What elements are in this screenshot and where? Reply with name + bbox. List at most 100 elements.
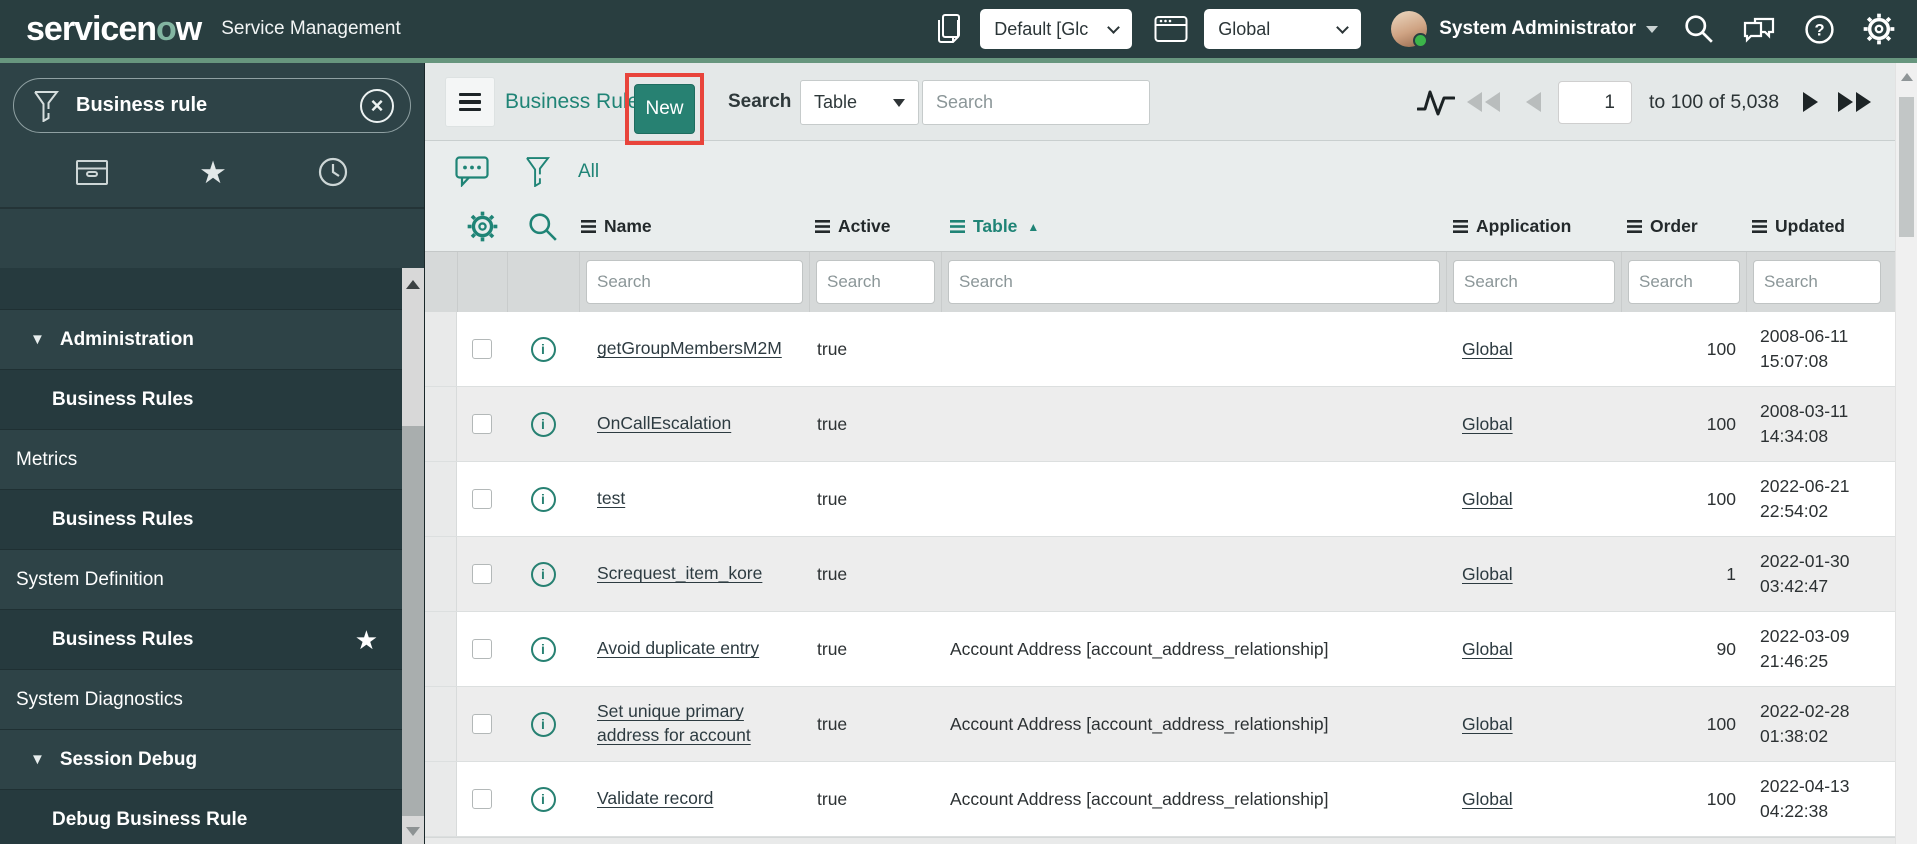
column-menu-icon[interactable] [581,220,596,233]
scroll-up-icon[interactable] [406,280,420,289]
list-activity-icon[interactable] [455,156,489,187]
last-page-button[interactable] [1838,63,1871,141]
navigator-filter-input[interactable] [74,93,324,118]
nav-section-metrics[interactable]: Metrics [0,430,402,490]
nav-folder-session-debug[interactable]: ▼ Session Debug [0,730,402,790]
info-icon[interactable]: i [530,411,556,437]
row-checkbox[interactable] [472,414,492,434]
user-menu[interactable]: System Administrator [1439,18,1636,40]
info-icon[interactable]: i [530,486,556,512]
application-scope-icon[interactable] [1154,15,1188,43]
record-link[interactable]: Screquest_item_kore [597,562,762,586]
record-link[interactable]: test [597,487,625,511]
first-page-button[interactable] [1467,63,1500,141]
user-avatar[interactable] [1391,11,1429,48]
record-link[interactable]: getGroupMembersM2M [597,337,782,361]
info-icon[interactable]: i [530,636,556,662]
application-link[interactable]: Global [1462,489,1513,510]
row-checkbox[interactable] [472,339,492,359]
sidebar-scrollbar[interactable] [402,268,424,844]
info-icon[interactable]: i [530,561,556,587]
filter-input-application[interactable] [1453,260,1615,304]
nav-item-debug-business-rule[interactable]: Debug Business Rule [0,790,402,844]
scroll-down-icon[interactable] [406,827,420,836]
column-header-updated[interactable]: Updated [1746,216,1917,237]
application-link[interactable]: Global [1462,789,1513,810]
info-icon[interactable]: i [530,336,556,362]
scrollbar-thumb[interactable] [402,426,424,816]
update-set-icon[interactable] [934,12,964,46]
record-link[interactable]: OnCallEscalation [597,412,731,436]
application-link[interactable]: Global [1462,339,1513,360]
all-applications-tab[interactable] [75,157,109,187]
select-caret-icon [893,98,905,107]
filter-input-table[interactable] [948,260,1440,304]
column-header-application[interactable]: Application [1446,216,1621,237]
nav-section-system-diagnostics[interactable]: System Diagnostics [0,670,402,730]
application-link[interactable]: Global [1462,714,1513,735]
column-menu-icon[interactable] [1453,220,1468,233]
scroll-up-icon[interactable] [1900,73,1913,81]
filter-input-active[interactable] [816,260,935,304]
activity-stream-icon[interactable] [1417,87,1455,117]
nav-section-system-definition[interactable]: System Definition [0,550,402,610]
application-link[interactable]: Global [1462,564,1513,585]
filter-icon[interactable] [525,156,550,187]
scrollbar-thumb[interactable] [1899,97,1914,237]
list-scrollbar[interactable] [1895,63,1917,844]
application-link[interactable]: Global [1462,639,1513,660]
new-button[interactable]: New [634,84,695,134]
list-search-input[interactable] [922,80,1150,125]
record-link[interactable]: Validate record [597,787,713,811]
nav-item-business-rules[interactable]: Business Rules [0,370,402,430]
filter-input-order[interactable] [1628,260,1740,304]
column-label: Updated [1775,216,1845,236]
application-scope-picker[interactable]: Global [1204,9,1362,49]
nav-item-business-rules-starred[interactable]: Business Rules ★ [0,610,402,670]
connect-chat-icon[interactable] [1742,14,1776,44]
filter-input-updated[interactable] [1753,260,1881,304]
nav-folder-administration[interactable]: ▼ Administration [0,310,402,370]
info-icon[interactable]: i [530,711,556,737]
nav-item-business-rules[interactable]: Business Rules [0,490,402,550]
order-value: 1 [1726,563,1736,584]
breadcrumb-all[interactable]: All [578,161,599,183]
list-settings-gear-icon[interactable] [457,211,507,242]
active-value: true [817,413,848,434]
row-checkbox[interactable] [472,564,492,584]
column-menu-icon[interactable] [1752,220,1767,233]
update-set-picker[interactable]: Default [Glc [980,9,1133,49]
previous-page-button[interactable] [1526,63,1541,141]
column-header-active[interactable]: Active [809,216,941,237]
record-link[interactable]: Avoid duplicate entry [597,637,759,661]
favorite-star-icon[interactable]: ★ [355,627,378,653]
user-menu-caret-icon[interactable] [1646,25,1658,33]
info-icon[interactable]: i [530,786,556,812]
settings-gear-icon[interactable] [1863,13,1895,45]
nav-item-clipped[interactable] [0,268,402,310]
next-page-button[interactable] [1803,63,1818,141]
favorites-tab[interactable]: ★ [199,157,227,188]
row-checkbox[interactable] [472,489,492,509]
record-link[interactable]: Set unique primary address for account [597,700,809,747]
filter-input-name[interactable] [586,260,803,304]
page-row-input[interactable] [1558,81,1632,124]
clear-filter-icon[interactable]: × [360,88,394,123]
row-checkbox[interactable] [472,714,492,734]
column-header-order[interactable]: Order [1621,216,1746,237]
help-icon[interactable]: ? [1804,14,1835,45]
application-link[interactable]: Global [1462,414,1513,435]
list-context-menu-button[interactable] [445,77,495,127]
history-tab[interactable] [317,156,349,188]
chevron-down-icon [1336,20,1350,34]
row-checkbox[interactable] [472,789,492,809]
column-search-icon[interactable] [507,212,579,242]
search-field-select[interactable]: Table [800,80,919,125]
column-menu-icon[interactable] [1627,220,1642,233]
row-checkbox[interactable] [472,639,492,659]
column-menu-icon[interactable] [815,220,830,233]
global-search-icon[interactable] [1684,14,1714,44]
column-header-table[interactable]: Table ▲ [941,216,1446,237]
column-menu-icon[interactable] [950,220,965,233]
column-header-name[interactable]: Name [579,216,809,237]
